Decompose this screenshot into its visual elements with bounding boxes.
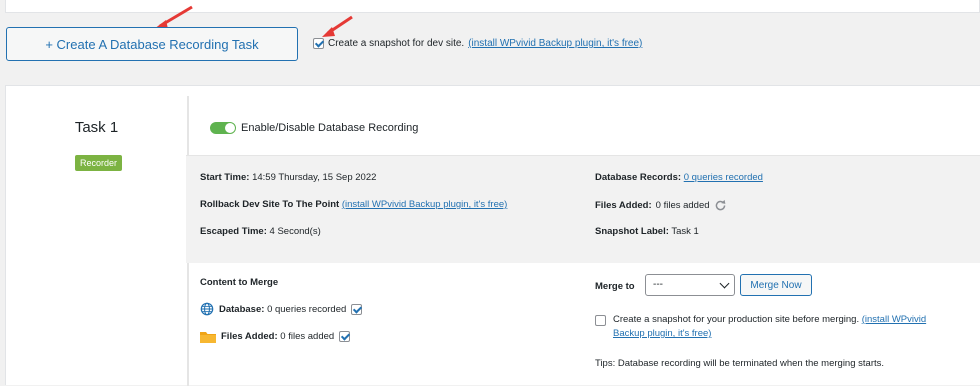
escaped-time-value: 4 Second(s) [269,226,321,237]
task-title: Task 1 [74,119,119,136]
dev-snapshot-row: Create a snapshot for dev site. (install… [313,38,642,49]
globe-icon [200,302,214,316]
merge-files-checkbox[interactable] [339,331,351,342]
rollback-row: Rollback Dev Site To The Point (install … [200,199,507,210]
recording-toggle[interactable] [210,122,236,134]
recording-toggle-row: Enable/Disable Database Recording [210,122,418,134]
production-snapshot-row: Create a snapshot for your production si… [595,313,940,341]
merge-database-checkbox[interactable] [351,303,363,315]
merge-files-value: 0 files added [280,331,335,342]
status-badge: Recorder [75,155,123,171]
files-added-info: Files Added: 0 files added [595,199,727,212]
escaped-time-label: Escaped Time: [200,226,267,237]
install-plugin-link[interactable]: (install WPvivid Backup plugin, it's fre… [468,38,642,49]
files-added-value: 0 files added [655,200,710,211]
rollback-label: Rollback Dev Site To The Point [200,199,340,210]
snapshot-label-value: Task 1 [671,226,699,237]
content-to-merge-title: Content to Merge [200,277,279,288]
merge-database-label: Database: [219,303,265,315]
database-records-label: Database Records: [595,172,682,183]
database-records-link[interactable]: 0 queries recorded [684,172,763,183]
merge-tips: Tips: Database recording will be termina… [595,358,885,369]
start-time: Start Time: 14:59 Thursday, 15 Sep 2022 [200,172,376,183]
production-snapshot-checkbox[interactable] [595,315,606,326]
production-snapshot-label: Create a snapshot for your production si… [613,314,860,325]
database-records: Database Records: 0 queries recorded [595,172,763,183]
merge-now-button[interactable]: Merge Now [740,274,812,296]
escaped-time: Escaped Time: 4 Second(s) [200,226,321,237]
merge-files-label: Files Added: [221,331,278,342]
refresh-icon[interactable] [714,199,727,212]
snapshot-label: Snapshot Label: Task 1 [595,226,699,237]
rollback-install-link[interactable]: (install WPvivid Backup plugin, it's fre… [342,199,508,210]
start-time-label: Start Time: [200,172,250,183]
recording-toggle-label: Enable/Disable Database Recording [241,122,419,134]
merge-database-row: Database: 0 queries recorded [200,302,363,316]
merge-to-label: Merge to [595,281,635,292]
start-time-value: 14:59 Thursday, 15 Sep 2022 [252,172,377,183]
folder-icon [200,332,216,343]
merge-files-row: Files Added: 0 files added [200,330,351,343]
dev-snapshot-label: Create a snapshot for dev site. [328,38,465,49]
dev-snapshot-checkbox[interactable] [313,38,324,49]
snapshot-label-label: Snapshot Label: [595,226,669,237]
files-added-label: Files Added: [595,200,652,211]
merge-to-select[interactable]: --- [645,274,735,296]
chevron-down-icon [719,278,730,289]
merge-database-value: 0 queries recorded [267,303,347,315]
create-recording-task-button[interactable]: + Create A Database Recording Task [6,27,298,61]
merge-to-row: Merge to [595,281,635,292]
red-arrow-icon [322,15,353,37]
merge-to-selected: --- [653,279,663,290]
